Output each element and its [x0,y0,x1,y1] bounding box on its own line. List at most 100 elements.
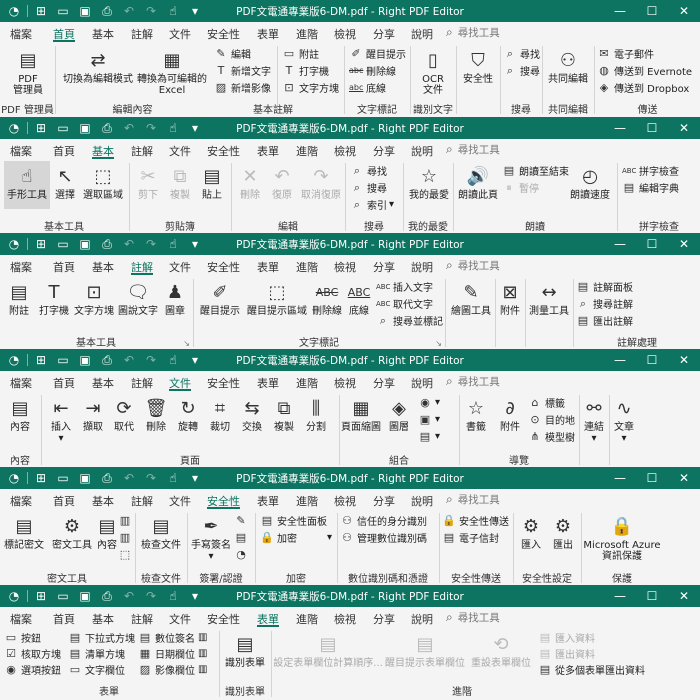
tab-advanced[interactable]: 進階 [296,258,318,275]
maximize-button[interactable]: ☐ [636,467,668,489]
underline-button[interactable]: abc 底線 [349,80,386,95]
tab-security[interactable]: 安全性 [207,492,240,509]
hand-tool-button[interactable]: ☝ 手形工具 [4,161,50,209]
extract-button[interactable]: ⇥ 擷取 [78,396,108,433]
tab-view[interactable]: 檢視 [334,25,356,42]
tab-file[interactable]: 檔案 [10,610,32,627]
note-button[interactable]: ▤ 附註 [2,280,36,317]
maximize-button[interactable]: ☐ [636,0,668,22]
tab-share[interactable]: 分享 [373,142,395,159]
tab-share[interactable]: 分享 [373,25,395,42]
cut-button[interactable]: ✂ 剪下 [132,164,164,201]
tool-search[interactable]: ⌕ 尋找工具 [446,609,500,625]
combine-tool-3[interactable]: ▤ ▾ [418,429,440,444]
redact-small-2[interactable]: ▥ [118,530,135,545]
tab-document[interactable]: 文件 [169,25,191,42]
bookmark-button[interactable]: ☆ 書籤 [460,396,492,433]
minimize-button[interactable]: — [604,585,636,607]
tab-basic[interactable]: 基本 [92,374,114,391]
select-button[interactable]: ↖ 選擇 [50,164,80,201]
find-button[interactable]: ⌕ 尋找 [350,163,387,179]
tab-forms[interactable]: 表單 [257,492,279,509]
underline-button[interactable]: ABC 底線 [344,280,374,318]
import-data-button[interactable]: ▤ 匯入資料 [538,630,595,645]
manage-ids-button[interactable]: ⚇ 管理數位識別碼 [340,530,427,545]
tab-help[interactable]: 說明 [411,142,433,159]
tab-advanced[interactable]: 進階 [296,374,318,391]
tab-home[interactable]: 首頁 [53,492,75,509]
tool-search[interactable]: ⌕ 尋找工具 [446,373,500,389]
maximize-button[interactable]: ☐ [636,117,668,139]
tab-advanced[interactable]: 進階 [296,492,318,509]
tab-basic[interactable]: 基本 [92,492,114,509]
stamp-button[interactable]: ♟ 圖章 [160,280,190,317]
dropdown-field-button[interactable]: ▤ 下拉式方塊 [68,630,135,645]
tab-view[interactable]: 檢視 [334,492,356,509]
tab-basic[interactable]: 基本 [92,610,114,627]
minimize-button[interactable]: — [604,233,636,255]
delete-page-button[interactable]: 🗑 刪除 [140,396,172,433]
sign-small-2[interactable]: ▤ [234,530,251,545]
email-button[interactable]: ✉ 電子郵件 [597,46,654,61]
tab-forms[interactable]: 表單 [257,374,279,391]
redact-small-1[interactable]: ▥ [118,513,135,528]
highlight-area-button[interactable]: ⬚ 醒目提示區域 [244,280,310,317]
edit-button[interactable]: ✎ 編輯 [214,46,251,61]
content-button[interactable]: ▤ 內容 [2,396,38,433]
redo-button[interactable]: ↷ 取消復原 [298,164,344,201]
tab-view[interactable]: 檢視 [334,610,356,627]
listbox-field-button[interactable]: ▤ 清單方塊 [68,646,125,661]
reset-form-button[interactable]: ⟲ 重設表單欄位 [466,632,536,669]
maximize-button[interactable]: ☐ [636,585,668,607]
tab-home[interactable]: 首頁 [53,258,75,275]
strikeout-button[interactable]: abc 刪除線 [349,63,396,78]
calc-order-button[interactable]: ▤ 設定表單欄位計算順序... [272,632,384,669]
search-button[interactable]: ⌕ 搜尋 [350,180,387,196]
tab-security[interactable]: 安全性 [207,374,240,391]
paste-button[interactable]: ▤ 貼上 [196,164,228,201]
close-button[interactable]: ✕ [668,585,700,607]
security-panel-button[interactable]: ▤ 安全性面板 [260,513,327,528]
search-mark-button[interactable]: ⌕ 搜尋並標記 [376,313,443,329]
tab-document[interactable]: 文件 [169,142,191,159]
read-page-button[interactable]: 🔊 朗讀此頁 [456,164,500,201]
tab-security[interactable]: 安全性 [207,25,240,42]
textbox-button[interactable]: ⊡ 文字方塊 [72,280,116,317]
radio-field-button[interactable]: ◉ 選項按鈕 [4,662,61,677]
spell-check-button[interactable]: ABC 拼字檢查 [622,163,679,179]
tab-comment[interactable]: 註解 [131,258,153,275]
export-multi-button[interactable]: ▤ 從多個表單匯出資料 [538,662,645,677]
find-button[interactable]: ⌕ 尋找 [503,46,540,62]
switch-edit-mode-button[interactable]: ⇄ 切換為編輯模式 [60,48,136,85]
highlight-button[interactable]: ✐ 醒目提示 [349,46,406,61]
dropbox-button[interactable]: ◈ 傳送到 Dropbox [597,80,690,95]
highlight-button[interactable]: ✐ 醒目提示 [196,280,244,317]
tab-forms[interactable]: 表單 [257,610,279,627]
insert-text-button[interactable]: ABC 插入文字 [376,279,433,295]
import-settings-button[interactable]: ⚙ 匯入 [516,514,546,551]
select-area-button[interactable]: ⬚ 選取區域 [80,164,126,201]
button-field-button[interactable]: ▭ 按鈕 [4,630,41,645]
index-button[interactable]: ⌕ 索引 ▾ [350,197,394,213]
digital-sig-field-button[interactable]: ▤ 數位簽名 ▥ [138,630,208,645]
replace-page-button[interactable]: ⟳ 取代 [108,396,140,433]
redact-content-button[interactable]: ▤ 內容 [96,514,118,551]
tab-forms[interactable]: 表單 [257,25,279,42]
tab-share[interactable]: 分享 [373,374,395,391]
tab-comment[interactable]: 註解 [131,492,153,509]
label-button[interactable]: ⌂ 標籤 [528,395,566,410]
azure-protect-button[interactable]: 🔒 Microsoft Azure 資訊保護 [582,514,662,562]
tab-advanced[interactable]: 進階 [296,142,318,159]
tab-help[interactable]: 說明 [411,610,433,627]
tool-search[interactable]: ⌕ 尋找工具 [446,257,500,273]
sign-small-1[interactable]: ✎ [234,513,251,528]
tab-home[interactable]: 首頁 [53,25,75,42]
tab-share[interactable]: 分享 [373,492,395,509]
sign-small-3[interactable]: ◔ [234,547,251,562]
redact-tool-button[interactable]: ⚙ 密文工具 [48,514,96,551]
combine-tool-1[interactable]: ◉ ▾ [418,395,440,410]
tab-file[interactable]: 檔案 [10,492,32,509]
tab-document[interactable]: 文件 [169,374,191,391]
trusted-ids-button[interactable]: ⚇ 信任的身分識別 [340,513,427,528]
tab-share[interactable]: 分享 [373,610,395,627]
